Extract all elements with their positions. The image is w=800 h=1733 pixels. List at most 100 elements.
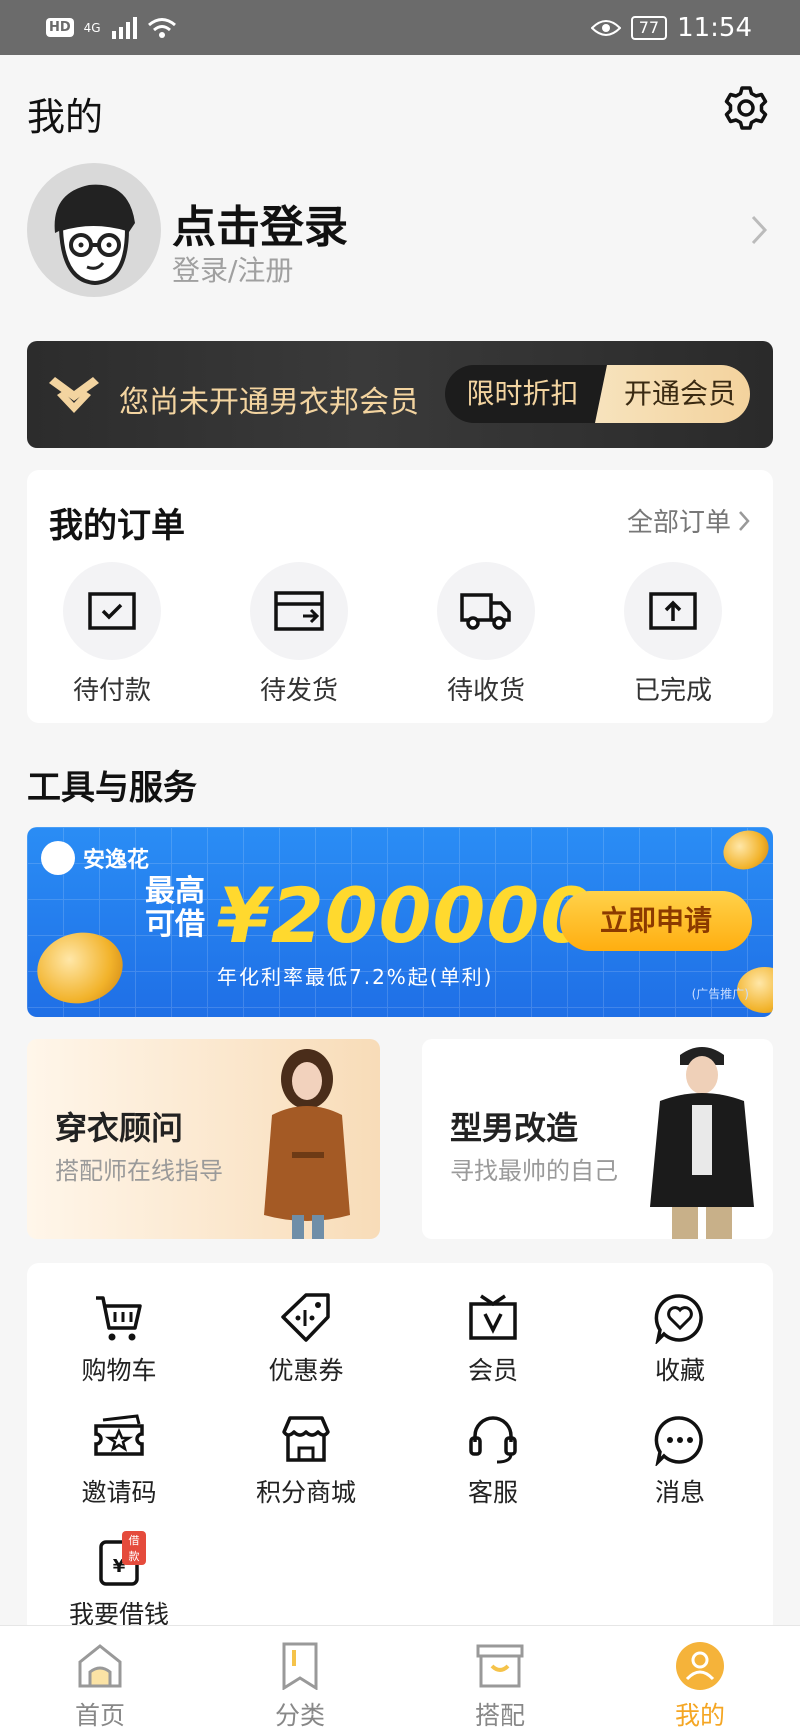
service-vip[interactable]: 会员 (423, 1291, 563, 1387)
home-icon (78, 1644, 122, 1688)
login-subtitle: 登录/注册 (172, 254, 294, 287)
avatar (27, 163, 161, 297)
clock: 11:54 (677, 12, 752, 43)
service-invite[interactable]: 邀请码 (49, 1413, 189, 1509)
battery-level: 77 (630, 15, 668, 40)
woman-model-image (264, 1049, 350, 1239)
nav-outfit[interactable]: 搭配 (440, 1640, 560, 1732)
man-model-image (650, 1047, 754, 1239)
orders-card: 我的订单 全部订单 待付款 待发货 待收货 已完成 (27, 470, 773, 723)
makeover-card[interactable]: 型男改造 寻找最帅的自己 (422, 1039, 773, 1239)
status-bar: HD 4G 77 11:54 (0, 0, 800, 55)
chevron-right-icon (751, 215, 768, 245)
avatar-face-icon (54, 184, 135, 286)
svc-icon-wrap (92, 1413, 146, 1467)
delivery-truck-icon (460, 593, 511, 630)
svc-icon-wrap (279, 1413, 333, 1467)
style-advisor-card[interactable]: 穿衣顾问 搭配师在线指导 (27, 1039, 380, 1239)
eye-icon (590, 19, 621, 36)
coupon-tag-icon (281, 1293, 330, 1342)
service-label: 购物车 (81, 1356, 157, 1385)
service-loan[interactable]: ¥ 借款 我要借钱 (49, 1531, 189, 1631)
wifi-icon (147, 17, 176, 38)
service-label: 客服 (467, 1478, 518, 1507)
profile-login[interactable]: 点击登录 登录/注册 (27, 163, 773, 298)
login-title: 点击登录 (172, 202, 348, 253)
member-banner[interactable]: 您尚未开通男衣邦会员 限时折扣 开通会员 (27, 341, 773, 448)
nav-home[interactable]: 首页 (40, 1640, 160, 1732)
nav-profile[interactable]: 我的 (640, 1640, 760, 1732)
points-store-icon (282, 1416, 330, 1462)
nav-label: 搭配 (474, 1701, 525, 1730)
promo-title: 穿衣顾问 (55, 1109, 184, 1147)
ad-amount: ¥200000 (217, 871, 595, 960)
service-label: 积分商城 (255, 1478, 356, 1507)
nav-category[interactable]: 分类 (240, 1640, 360, 1732)
svc-icon-wrap (92, 1291, 146, 1345)
signal-icon (111, 16, 137, 39)
nav-label: 分类 (274, 1701, 325, 1730)
cart-icon (96, 1296, 142, 1341)
service-favorites[interactable]: 收藏 (610, 1291, 750, 1387)
order-label: 待收货 (446, 676, 525, 706)
order-pending-receipt[interactable]: 待收货 (421, 562, 551, 707)
status-left: HD 4G (46, 16, 177, 39)
apply-now-button[interactable]: 立即申请 (560, 891, 752, 951)
service-label: 收藏 (654, 1356, 705, 1385)
tools-section-title: 工具与服务 (27, 768, 197, 808)
nav-label: 首页 (74, 1701, 125, 1730)
service-label: 消息 (654, 1478, 705, 1507)
orders-title: 我的订单 (49, 506, 185, 546)
order-icon-bg (624, 562, 722, 660)
invite-ticket-icon (94, 1414, 144, 1456)
bottom-nav: 首页 分类 搭配 我的 (0, 1625, 800, 1733)
svc-icon-wrap: ¥ 借款 (92, 1531, 146, 1589)
ad-tag: (广告推广) (691, 987, 749, 1001)
settings-button[interactable] (722, 84, 770, 132)
nav-icon-wrap (472, 1640, 528, 1692)
order-label: 已完成 (633, 676, 712, 706)
network-label: 4G (83, 20, 101, 35)
favorite-heart-icon (654, 1294, 703, 1344)
chevron-right-icon (739, 510, 750, 531)
nav-icon-wrap (272, 1640, 328, 1692)
service-support[interactable]: 客服 (423, 1413, 563, 1509)
services-card: 购物车 优惠券 会员 收藏 邀请码 积分商城 客服 消息 ¥ 借款 我要借钱 (27, 1263, 773, 1635)
ad-brand-name: 安逸花 (83, 848, 150, 873)
order-icon-bg (63, 562, 161, 660)
loan-ad-banner[interactable]: 安逸花 最高可借 ¥200000 年化利率最低7.2%起(单利) 立即申请 (广… (27, 827, 773, 1017)
nav-label: 我的 (674, 1701, 725, 1730)
loan-badge: 借款 (122, 1531, 146, 1565)
gear-icon (724, 86, 768, 130)
svc-icon-wrap (466, 1291, 520, 1345)
brand-logo-icon (41, 841, 75, 875)
order-label: 待付款 (72, 676, 151, 706)
service-label: 邀请码 (81, 1478, 157, 1507)
svc-icon-wrap (466, 1413, 520, 1467)
order-icon-bg (250, 562, 348, 660)
outfit-box-icon (476, 1644, 524, 1688)
open-membership-button[interactable]: 限时折扣 开通会员 (445, 365, 750, 423)
order-completed[interactable]: 已完成 (608, 562, 738, 707)
all-orders-link[interactable]: 全部订单 (627, 502, 751, 539)
order-pending-shipment[interactable]: 待发货 (234, 562, 364, 707)
ad-brand: 安逸花 (41, 841, 149, 875)
service-messages[interactable]: 消息 (610, 1413, 750, 1509)
pending-shipment-icon (274, 591, 324, 631)
status-right: 77 11:54 (590, 12, 752, 43)
order-pending-payment[interactable]: 待付款 (47, 562, 177, 707)
service-cart[interactable]: 购物车 (49, 1291, 189, 1387)
service-coupon[interactable]: 优惠券 (236, 1291, 376, 1387)
limited-discount-label: 限时折扣 (466, 377, 579, 410)
vip-icon (469, 1294, 517, 1340)
nav-icon-wrap (72, 1640, 128, 1692)
headset-icon (469, 1416, 517, 1464)
service-points-store[interactable]: 积分商城 (236, 1413, 376, 1509)
category-bookmark-icon (282, 1642, 318, 1690)
member-logo-icon (49, 377, 99, 413)
service-label: 会员 (467, 1356, 518, 1385)
order-label: 待发货 (259, 676, 338, 706)
message-bubble-icon (654, 1416, 703, 1466)
order-icon-bg (437, 562, 535, 660)
promo-title: 型男改造 (450, 1109, 579, 1147)
